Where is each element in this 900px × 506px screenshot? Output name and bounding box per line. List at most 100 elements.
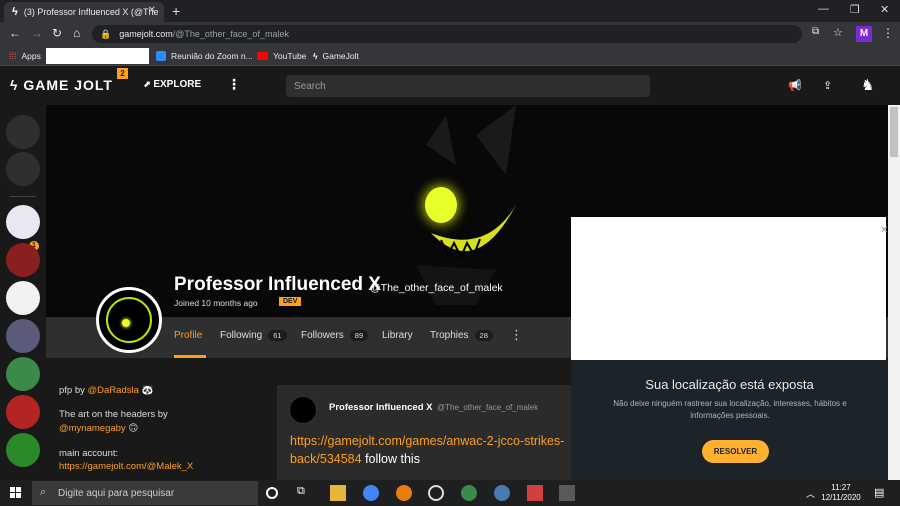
tab-profile[interactable]: Profile [174, 330, 202, 341]
bookmark-label: Apps [21, 51, 41, 61]
window-close-icon[interactable]: ✕ [880, 3, 889, 16]
bookmark-star-icon[interactable]: ☆ [833, 26, 843, 39]
tab-label: Trophies [430, 330, 469, 341]
url-input[interactable]: 🔒 gamejolt.com/@The_other_face_of_malek [92, 25, 802, 43]
chrome-icon[interactable] [363, 485, 379, 501]
more-menu-icon[interactable]: ⋮ [227, 76, 241, 93]
tab-label: Profile [174, 330, 203, 341]
tab-following[interactable]: Following 61 [220, 330, 287, 341]
tab-library[interactable]: Library [382, 330, 413, 341]
community-icon[interactable] [6, 357, 40, 391]
community-icon[interactable] [6, 281, 40, 315]
explore-button[interactable]: ⬈ EXPLORE [143, 79, 201, 90]
post-handle[interactable]: @The_other_face_of_malek [437, 403, 538, 412]
community-icon[interactable] [6, 433, 40, 467]
file-explorer-icon[interactable] [330, 485, 346, 501]
browser-tab[interactable]: ϟ (3) Professor Influenced X (@The ✕ [4, 2, 164, 22]
community-icon[interactable] [6, 395, 40, 429]
bookmarks-bar: ⁞⁞⁞ Apps Reunião do Zoom n... YouTube ϟ … [0, 46, 900, 66]
library-icon[interactable] [6, 152, 40, 186]
bio-link[interactable]: @DaRadsla [88, 385, 139, 396]
app-icon[interactable] [461, 485, 477, 501]
bookmark-youtube[interactable]: YouTube [257, 51, 306, 61]
megaphone-icon[interactable]: 📢 [788, 79, 802, 92]
lock-icon: 🔒 [100, 28, 112, 39]
task-view-icon[interactable]: ⧉ [297, 485, 313, 501]
gamejolt-icon: ϟ [313, 51, 318, 61]
tab-close-icon[interactable]: ✕ [148, 5, 156, 16]
apps-grid-icon: ⁞⁞⁞ [9, 51, 17, 61]
gamejolt-logo[interactable]: ϟ GAME JOLT [10, 77, 113, 93]
post-author-avatar[interactable] [289, 396, 317, 424]
home-icon[interactable]: ⌂ [73, 26, 80, 40]
popup-title: Sua localização está exposta [645, 377, 814, 392]
forward-icon[interactable]: → [31, 26, 43, 40]
search-input[interactable] [286, 75, 650, 97]
app-icon[interactable] [527, 485, 543, 501]
tab-label: Following [220, 330, 263, 341]
taskbar-search-placeholder: Digite aqui para pesquisar [58, 487, 175, 499]
left-sidebar: 1 [0, 105, 46, 480]
more-options-icon[interactable]: ⋮ [510, 327, 523, 343]
user-avatar-icon[interactable]: ♞ [861, 76, 874, 94]
dev-badge: DEV [279, 297, 302, 306]
joined-date: Joined 10 months ago [174, 298, 258, 308]
app-icon[interactable] [559, 485, 575, 501]
reload-icon[interactable]: ↻ [52, 26, 62, 40]
taskbar-search[interactable]: ⌕ Digite aqui para pesquisar [32, 481, 258, 505]
translate-icon[interactable]: ⧉ [812, 26, 819, 37]
logo-text: GAME JOLT [23, 77, 113, 93]
friends-icon[interactable]: ⇪ [823, 79, 832, 92]
bookmark-apps[interactable]: ⁞⁞⁞ Apps [9, 51, 41, 61]
post-author[interactable]: Professor Influenced X [329, 402, 432, 413]
notification-badge: 2 [117, 68, 128, 79]
emoji-icon: 🐼 [141, 385, 154, 396]
menu-icon[interactable]: ⋮ [882, 26, 894, 40]
scrollbar-thumb[interactable] [890, 107, 898, 157]
app-icon[interactable] [494, 485, 510, 501]
activity-icon[interactable] [6, 115, 40, 149]
post-link[interactable]: https://gamejolt.com/games/anwac-2-jcco-… [290, 434, 564, 466]
resolve-button[interactable]: RESOLVER [702, 440, 769, 463]
site-header: ϟ GAME JOLT ⬈ EXPLORE ⋮ 📢 ⇪ ♞ [0, 67, 888, 105]
notifications-icon[interactable]: ▤ [874, 486, 884, 499]
tab-followers[interactable]: Followers 89 [301, 330, 369, 341]
count-badge: 61 [268, 330, 287, 341]
bio-line: main account: [59, 448, 119, 459]
profile-avatar-image[interactable] [96, 287, 162, 353]
bio-line: @mynamegaby 🙃 [59, 423, 138, 434]
community-icon[interactable] [6, 319, 40, 353]
count-badge: 89 [349, 330, 369, 341]
windows-start-icon[interactable] [10, 487, 22, 499]
post-body: https://gamejolt.com/games/anwac-2-jcco-… [290, 432, 570, 468]
tab-trophies[interactable]: Trophies 28 [430, 330, 493, 341]
minimize-icon[interactable]: — [818, 3, 829, 15]
cortana-icon[interactable] [266, 487, 278, 499]
community-icon[interactable] [6, 205, 40, 239]
bio-line: pfp by @DaRadsla 🐼 [59, 385, 153, 396]
browser-tab-bar: ϟ (3) Professor Influenced X (@The ✕ + —… [0, 0, 900, 22]
bio-text: pfp by [59, 385, 88, 396]
bio-link[interactable]: https://gamejolt.com/@Malek_X [59, 461, 193, 472]
back-icon[interactable]: ← [9, 26, 21, 40]
avatar-art [106, 297, 152, 343]
bookmark-zoom[interactable]: Reunião do Zoom n... [156, 51, 253, 61]
taskbar-clock[interactable]: 11:27 12/11/2020 [818, 483, 864, 503]
zoom-icon [156, 51, 166, 61]
tray-chevron-icon[interactable]: ︿ [806, 487, 815, 500]
explore-icon: ⬈ [143, 79, 151, 89]
profile-avatar[interactable]: M [856, 26, 872, 42]
community-icon[interactable] [6, 243, 40, 277]
steam-icon[interactable] [428, 485, 444, 501]
youtube-icon [257, 52, 268, 60]
bookmark-gamejolt[interactable]: ϟ GameJolt [313, 51, 359, 61]
new-tab-button[interactable]: + [172, 3, 180, 19]
scrollbar[interactable] [888, 105, 900, 480]
popup-close-icon[interactable]: ✕ [880, 225, 888, 236]
bio-line: The art on the headers by [59, 409, 168, 420]
blender-icon[interactable] [396, 485, 412, 501]
bio-link[interactable]: @mynamegaby [59, 423, 126, 434]
restore-icon[interactable]: ❐ [850, 3, 860, 16]
explore-label: EXPLORE [153, 79, 202, 90]
clock-time: 11:27 [831, 483, 851, 492]
